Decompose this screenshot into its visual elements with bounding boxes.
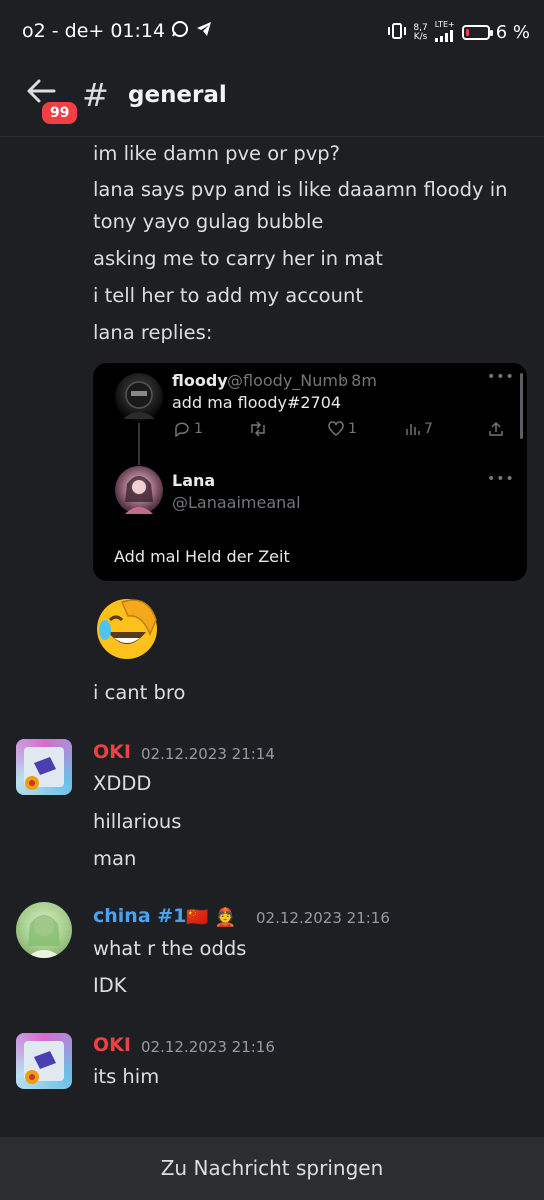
channel-header: 99 # general — [0, 64, 544, 137]
whatsapp-icon — [171, 20, 189, 42]
tweet-time: · 8m — [341, 371, 377, 390]
tweet-author-name: floody — [172, 371, 228, 390]
channel-title[interactable]: general — [128, 82, 227, 108]
tweet-text: add ma floody#2704 — [172, 393, 342, 412]
message-author[interactable]: OKI — [93, 1034, 131, 1056]
message-line: i tell her to add my account — [93, 284, 363, 307]
message-line: hillarious — [93, 810, 182, 833]
message-line: i cant bro — [93, 681, 186, 704]
clock: 01:14 — [110, 20, 166, 42]
retweet-icon — [248, 421, 268, 437]
tweet-author-handle: @Lanaaimeanal — [172, 493, 301, 512]
telegram-icon — [195, 20, 213, 42]
message-line: its him — [93, 1065, 160, 1088]
views-count: 7 — [405, 421, 433, 437]
message-author[interactable]: OKI — [93, 741, 131, 763]
message-line: what r the odds — [93, 937, 247, 960]
message-line: im like damn pve or pvp? — [93, 142, 341, 165]
more-icon: ••• — [487, 471, 515, 487]
message-timestamp: 02.12.2023 21:16 — [256, 909, 390, 927]
author-emojis: 🇨🇳 👲 — [186, 907, 237, 928]
share-icon — [488, 421, 504, 437]
more-icon: ••• — [487, 369, 515, 385]
message-line: asking me to carry her in mat — [93, 247, 383, 270]
image-attachment[interactable]: floody @floody_Numb · 8m ••• add ma floo… — [93, 363, 527, 581]
carrier-label: o2 - de+ — [22, 20, 105, 42]
message-line: tony yayo gulag bubble — [93, 210, 324, 233]
message-line: lana replies: — [93, 321, 213, 344]
unread-badge: 99 — [39, 99, 81, 127]
floody-avatar — [115, 373, 163, 421]
tweet-text: Add mal Held der Zeit — [114, 547, 290, 566]
battery-icon — [461, 25, 493, 40]
status-bar: o2 - de+ 01:14 8,7 K/s LTE+ 6 % — [0, 0, 544, 64]
avatar[interactable] — [16, 739, 72, 795]
message-timestamp: 02.12.2023 21:16 — [141, 1038, 275, 1056]
message-line: XDDD — [93, 772, 152, 795]
network-speed: 8,7 K/s — [413, 22, 428, 42]
message-line: lana says pvp and is like daaamn floody … — [93, 178, 508, 201]
avatar[interactable] — [16, 1033, 72, 1089]
jump-to-message-button[interactable]: Zu Nachricht springen — [0, 1137, 544, 1200]
like-count: 1 — [327, 421, 357, 437]
lana-avatar — [115, 466, 163, 514]
battery-percent: 6 % — [495, 22, 530, 43]
message-author[interactable]: china #1 — [93, 905, 186, 927]
tweet-author-name: Lana — [172, 471, 216, 490]
message-line: IDK — [93, 974, 127, 997]
thread-line — [138, 423, 140, 465]
vibrate-icon — [387, 22, 407, 44]
laughing-face-emoji-icon — [92, 594, 162, 664]
message-line: man — [93, 847, 137, 870]
embed-scrollbar — [520, 373, 523, 439]
signal-icon: LTE+ — [434, 20, 456, 45]
channel-hash-icon: # — [82, 76, 109, 114]
reply-count: 1 — [173, 421, 203, 437]
avatar[interactable] — [16, 902, 72, 958]
message-timestamp: 02.12.2023 21:14 — [141, 745, 275, 763]
tweet-author-handle: @floody_Numb — [227, 371, 349, 390]
